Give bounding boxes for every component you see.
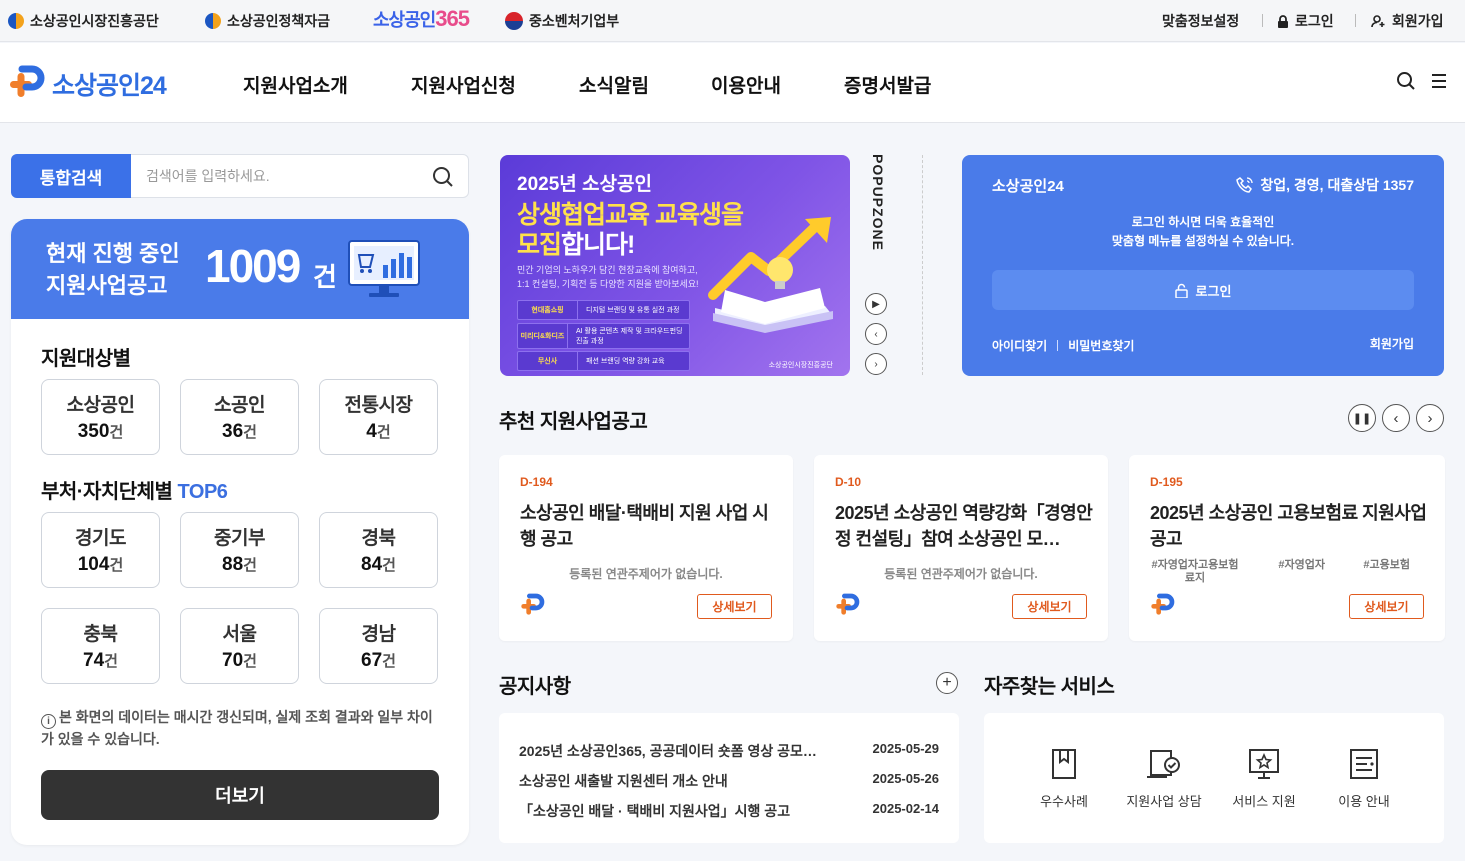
lock-icon	[1174, 283, 1188, 298]
pause-icon[interactable]: ❚❚	[1348, 404, 1376, 432]
service-consult[interactable]: 지원사업 상담	[1114, 745, 1214, 810]
stat-target-sogong[interactable]: 소공인 36건	[180, 379, 299, 455]
phone-icon	[1236, 177, 1254, 193]
chevron-left-icon[interactable]: ‹	[865, 323, 887, 345]
chevron-left-icon[interactable]: ‹	[1382, 404, 1410, 432]
info-icon: i	[41, 714, 56, 729]
services-title: 자주찾는 서비스	[984, 676, 1115, 698]
brand-mark-icon	[836, 593, 860, 615]
brand-mark-icon	[1151, 593, 1175, 615]
monitor-chart-icon	[348, 240, 420, 297]
ongoing-summary: 현재 진행 중인 지원사업공고 1009 건	[11, 219, 469, 319]
notice-item[interactable]: 「소상공인 배달 · 택배비 지원사업」시행 공고 2025-02-14	[519, 801, 939, 821]
menu-program-intro[interactable]: 지원사업소개	[243, 71, 348, 98]
detail-button[interactable]: 상세보기	[1349, 594, 1424, 619]
login-card: 소상공인24 창업, 경영, 대출상담 1357 로그인 하시면 더욱 효율적인…	[962, 155, 1444, 376]
user-add-icon	[1371, 14, 1385, 27]
promo-banner[interactable]: 2025년 소상공인 상생협업교육 교육생을 모집합니다! 민간 기업의 노하우…	[500, 155, 850, 376]
semas-link[interactable]: 소상공인시장진흥공단	[8, 11, 159, 31]
more-button[interactable]: 더보기	[41, 770, 439, 820]
chevron-right-icon[interactable]: ›	[1416, 404, 1444, 432]
notice-item[interactable]: 소상공인 새출발 지원센터 개소 안내 2025-05-26	[519, 771, 939, 791]
find-id-link[interactable]: 아이디찾기	[992, 337, 1047, 354]
recommend-title: 추천 지원사업공고	[499, 411, 648, 433]
menu-certificates[interactable]: 증명서발급	[844, 71, 931, 98]
notice-list: 2025년 소상공인365, 공공데이터 숏폼 영상 공모… 2025-05-29…	[499, 713, 959, 843]
policy-fund-link[interactable]: 소상공인정책자금	[205, 11, 330, 31]
notice-title: 공지사항	[499, 676, 571, 698]
stat-target-market[interactable]: 전통시장 4건	[319, 379, 438, 455]
account-links: 아이디찾기 비밀번호찾기	[992, 337, 1134, 354]
data-refresh-notice: i본 화면의 데이터는 매시간 갱신되며, 실제 조회 결과와 일부 차이가 있…	[41, 709, 433, 747]
lock-icon	[1278, 14, 1288, 28]
government-emblem-icon	[505, 12, 523, 30]
hamburger-menu-icon[interactable]	[1430, 71, 1448, 91]
chevron-right-icon[interactable]: ›	[865, 353, 887, 375]
stat-region-3[interactable]: 경북 84건	[319, 512, 438, 588]
stat-region-6[interactable]: 경남 67건	[319, 608, 438, 684]
services-panel: 우수사례 지원사업 상담 서비스 지원 이용 안내	[984, 713, 1444, 843]
keyword-tags: #자영업자고용보험료지 #자영업자 #고용보험	[1151, 559, 1410, 584]
target-section-title: 지원대상별	[41, 348, 131, 370]
stat-region-4[interactable]: 충북 74건	[41, 608, 160, 684]
detail-button[interactable]: 상세보기	[697, 594, 772, 619]
stat-region-1[interactable]: 경기도 104건	[41, 512, 160, 588]
main-header: 소상공인24 지원사업소개 지원사업신청 소식알림 이용안내 증명서발급	[0, 43, 1465, 123]
login-message: 로그인 하시면 더욱 효율적인 맞춤형 메뉴를 설정하실 수 있습니다.	[1111, 215, 1295, 248]
stat-region-2[interactable]: 중기부 88건	[180, 512, 299, 588]
login-button[interactable]: 로그인	[992, 270, 1414, 310]
search-input[interactable]	[131, 155, 411, 197]
detail-button[interactable]: 상세보기	[1012, 594, 1087, 619]
stat-region-5[interactable]: 서울 70건	[180, 608, 299, 684]
program-stats-card: 현재 진행 중인 지원사업공고 1009 건 지원대상별 소상공인 350건 소…	[11, 219, 469, 845]
join-link[interactable]: 회원가입	[1370, 335, 1414, 352]
stat-target-sosang[interactable]: 소상공인 350건	[41, 379, 160, 455]
banner-course-row: 무신사 패션 브랜딩 역량 강화 교육	[517, 351, 690, 371]
login-link[interactable]: 로그인	[1277, 11, 1334, 31]
sbiz365-link[interactable]: 소상공인365	[373, 6, 470, 32]
play-icon[interactable]: ▶	[865, 293, 887, 315]
banner-org-footer: 소상공인시장진흥공단	[768, 362, 833, 369]
join-link[interactable]: 회원가입	[1371, 11, 1444, 31]
search-box	[131, 154, 469, 198]
bookmark-book-icon	[1052, 749, 1076, 779]
notice-item[interactable]: 2025년 소상공인365, 공공데이터 숏폼 영상 공모… 2025-05-29	[519, 741, 939, 761]
brand-mark-icon	[521, 593, 545, 615]
find-password-link[interactable]: 비밀번호찾기	[1068, 337, 1134, 354]
utility-bar: 소상공인시장진흥공단 소상공인정책자금 소상공인365 중소벤처기업부 맞춤정보…	[0, 0, 1465, 42]
document-list-icon	[1350, 749, 1378, 779]
semas-logo-icon	[205, 13, 221, 29]
menu-guide[interactable]: 이용안내	[711, 71, 781, 98]
banner-course-row: 현대홈쇼핑 디지털 브랜딩 및 유통 실전 과정	[517, 300, 690, 320]
service-best-cases[interactable]: 우수사례	[1014, 745, 1114, 810]
recommend-card[interactable]: D-10 2025년 소상공인 역량강화「경영안정 컨설팅」참여 소상공인 모……	[814, 455, 1108, 641]
semas-logo-icon	[8, 13, 24, 29]
brand-logo[interactable]: 소상공인24	[8, 65, 167, 103]
recommend-card[interactable]: D-195 2025년 소상공인 고용보험료 지원사업 공고 #자영업자고용보험…	[1129, 455, 1445, 641]
integrated-search-tab[interactable]: 통합검색	[11, 154, 131, 198]
popupzone-label: POPUPZONE	[870, 154, 886, 251]
sbiz365-logo: 소상공인365	[373, 6, 470, 31]
book-growth-illustration	[708, 217, 833, 333]
divider	[922, 155, 923, 375]
search-icon[interactable]	[1396, 71, 1416, 91]
monitor-star-icon	[1249, 749, 1279, 779]
brand-mark-icon	[10, 65, 45, 97]
custom-info-link[interactable]: 맞춤정보설정	[1162, 11, 1239, 31]
recommend-card[interactable]: D-194 소상공인 배달·택배비 지원 사업 시행 공고 등록된 연관주제어가…	[499, 455, 793, 641]
menu-program-apply[interactable]: 지원사업신청	[411, 71, 516, 98]
banner-course-row: 미리디&화디즈 AI 활용 콘텐츠 제작 및 크라우드펀딩 진출 과정	[517, 323, 690, 349]
menu-news[interactable]: 소식알림	[579, 71, 649, 98]
phone-consult: 창업, 경영, 대출상담 1357	[1236, 175, 1414, 195]
ongoing-count: 1009	[205, 240, 301, 292]
divider	[1262, 14, 1263, 27]
service-support[interactable]: 서비스 지원	[1214, 745, 1314, 810]
plus-icon[interactable]: +	[936, 672, 958, 694]
certificate-check-icon	[1147, 750, 1180, 778]
divider	[1355, 14, 1356, 27]
mss-link[interactable]: 중소벤처기업부	[505, 11, 619, 31]
service-guide[interactable]: 이용 안내	[1314, 745, 1414, 810]
region-section-title: 부처·자치단체별 TOP6	[41, 481, 228, 503]
search-icon[interactable]	[432, 166, 454, 188]
